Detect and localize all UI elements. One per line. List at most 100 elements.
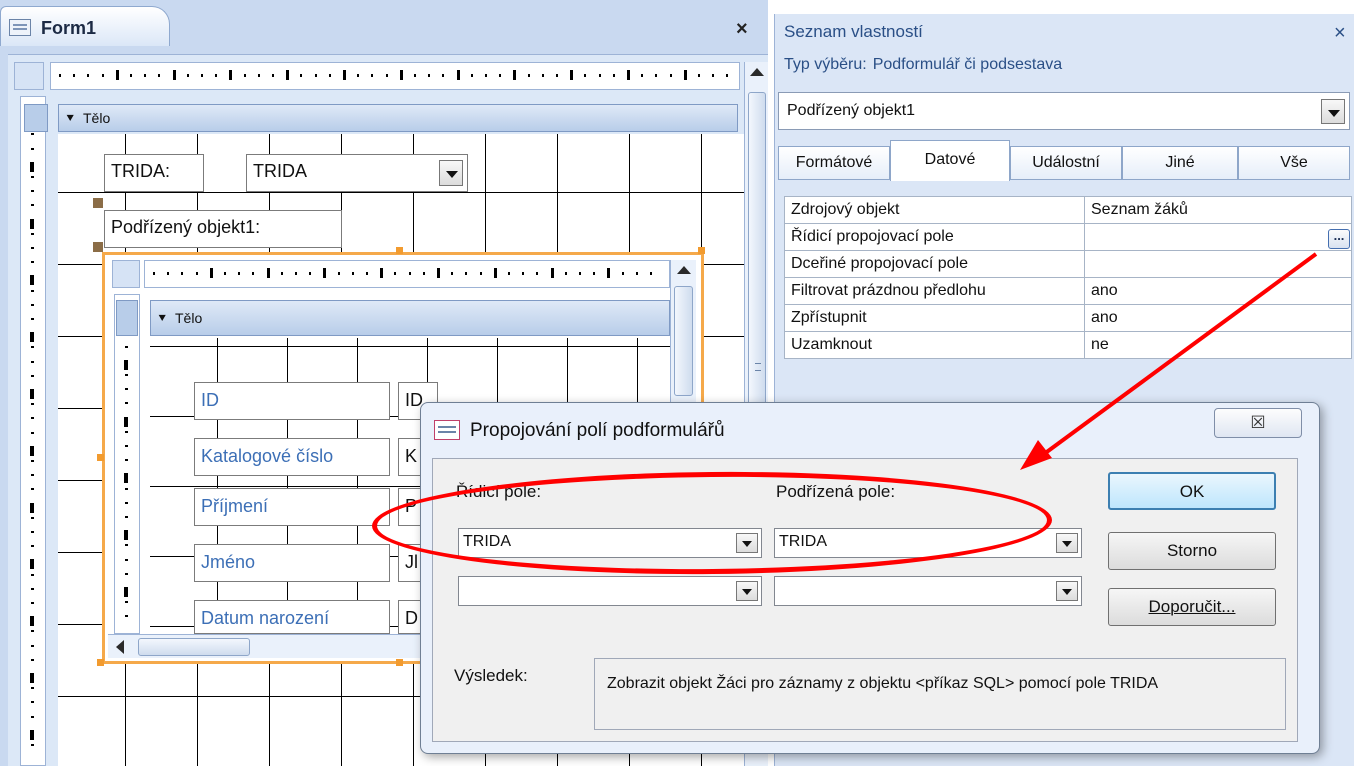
property-name: Řídicí propojovací pole bbox=[784, 223, 1085, 251]
subform-selector[interactable] bbox=[112, 260, 140, 288]
section-selector[interactable] bbox=[24, 104, 48, 132]
form-selector[interactable] bbox=[14, 62, 44, 90]
section-arrow-icon: ⯆ bbox=[157, 311, 168, 326]
resize-handle[interactable] bbox=[396, 247, 403, 254]
field-label-jmeno[interactable]: Jméno bbox=[194, 544, 390, 582]
ruler-tick bbox=[499, 74, 502, 77]
field-label-id[interactable]: ID bbox=[194, 382, 390, 420]
subform-vertical-ruler[interactable] bbox=[114, 294, 140, 634]
ruler-tick bbox=[195, 272, 198, 275]
subform-label-control[interactable]: Podřízený objekt1: bbox=[104, 210, 342, 248]
subform-section-bar-body[interactable]: ⯆ Tělo bbox=[150, 300, 670, 336]
field-label-datum-narozeni[interactable]: Datum narození bbox=[194, 600, 390, 634]
property-value[interactable] bbox=[1084, 223, 1352, 251]
field-label-katalogove-cislo[interactable]: Katalogové číslo bbox=[194, 438, 390, 476]
property-row[interactable]: Řídicí propojovací pole bbox=[784, 223, 1352, 251]
ok-button[interactable]: OK bbox=[1108, 472, 1276, 510]
move-handle[interactable] bbox=[93, 242, 103, 252]
cancel-button[interactable]: Storno bbox=[1108, 532, 1276, 570]
ruler-tick bbox=[513, 70, 517, 80]
ruler-tick bbox=[31, 431, 34, 434]
close-property-sheet-icon[interactable]: × bbox=[1334, 22, 1346, 45]
tab-datove[interactable]: Datové bbox=[890, 140, 1010, 181]
ruler-tick bbox=[144, 74, 147, 77]
property-name: Zdrojový objekt bbox=[784, 196, 1085, 224]
property-value[interactable]: ano bbox=[1084, 277, 1352, 305]
scroll-up-icon[interactable] bbox=[677, 266, 691, 274]
object-selector-combo[interactable]: Podřízený objekt1 bbox=[778, 92, 1350, 130]
trida-label-control[interactable]: TRIDA: bbox=[104, 154, 204, 192]
ruler-tick bbox=[124, 587, 128, 597]
property-row[interactable]: Dceřiné propojovací pole bbox=[784, 250, 1352, 278]
ruler-tick bbox=[300, 74, 303, 77]
ruler-tick bbox=[309, 272, 312, 275]
suggest-button[interactable]: Doporučit... bbox=[1108, 588, 1276, 626]
tab-jine[interactable]: Jiné bbox=[1122, 146, 1238, 180]
selection-type-label: Typ výběru: bbox=[784, 56, 867, 73]
chevron-down-icon[interactable] bbox=[439, 160, 463, 186]
chevron-down-icon[interactable] bbox=[1056, 533, 1078, 553]
chevron-down-icon[interactable] bbox=[1056, 581, 1078, 601]
tab-udalostni[interactable]: Událostní bbox=[1010, 146, 1122, 180]
scroll-left-icon[interactable] bbox=[116, 640, 124, 654]
ruler-tick bbox=[408, 272, 411, 275]
ruler-tick bbox=[31, 531, 34, 533]
ruler-tick bbox=[351, 272, 354, 275]
property-value[interactable]: ne bbox=[1084, 331, 1352, 359]
child-field-combo-2[interactable] bbox=[774, 576, 1082, 606]
trida-combo-control[interactable]: TRIDA bbox=[246, 154, 468, 192]
subform-horizontal-ruler[interactable] bbox=[144, 260, 670, 288]
dialog-close-button[interactable]: ☒ bbox=[1214, 408, 1302, 438]
ruler-tick bbox=[314, 74, 317, 77]
property-row[interactable]: Filtrovat prázdnou předlohu ano bbox=[784, 277, 1352, 305]
ruler-tick bbox=[125, 487, 128, 490]
builder-button[interactable]: ... bbox=[1328, 229, 1350, 249]
vertical-ruler[interactable] bbox=[20, 96, 46, 766]
ruler-tick bbox=[31, 545, 34, 548]
ruler-tick bbox=[493, 268, 497, 278]
field-label-prijmeni[interactable]: Příjmení bbox=[194, 488, 390, 526]
tab-vse[interactable]: Vše bbox=[1238, 146, 1350, 180]
resize-handle[interactable] bbox=[396, 659, 403, 666]
section-bar-body[interactable]: ⯆ Tělo bbox=[58, 104, 738, 132]
property-value[interactable]: ano bbox=[1084, 304, 1352, 332]
ruler-tick bbox=[31, 630, 34, 633]
ruler-tick bbox=[130, 74, 132, 77]
scroll-thumb[interactable] bbox=[138, 638, 250, 656]
tab-formatove[interactable]: Formátové bbox=[778, 146, 890, 180]
ruler-tick bbox=[31, 133, 34, 136]
master-field-combo-2[interactable] bbox=[458, 576, 762, 606]
ruler-tick bbox=[30, 616, 34, 627]
horizontal-ruler[interactable] bbox=[50, 62, 740, 90]
property-value[interactable] bbox=[1084, 250, 1352, 278]
ruler-tick bbox=[414, 74, 416, 77]
ruler-tick bbox=[357, 74, 360, 77]
ruler-tick bbox=[31, 658, 34, 661]
ruler-tick bbox=[541, 74, 544, 77]
scroll-up-icon[interactable] bbox=[750, 68, 764, 76]
ruler-tick bbox=[328, 74, 331, 77]
property-row[interactable]: Uzamknout ne bbox=[784, 331, 1352, 359]
chevron-down-icon[interactable] bbox=[1321, 99, 1345, 124]
ruler-tick bbox=[31, 403, 34, 406]
close-form-icon[interactable]: × bbox=[736, 18, 748, 41]
resize-handle[interactable] bbox=[698, 247, 705, 254]
property-row[interactable]: Zpřístupnit ano bbox=[784, 304, 1352, 332]
ruler-tick bbox=[125, 601, 128, 604]
ruler-tick bbox=[428, 74, 431, 77]
ruler-tick bbox=[550, 268, 554, 278]
property-row[interactable]: Zdrojový objekt Seznam žáků bbox=[784, 196, 1352, 224]
subform-section-selector[interactable] bbox=[116, 300, 138, 336]
move-handle[interactable] bbox=[93, 198, 103, 208]
ruler-tick bbox=[31, 176, 34, 178]
grip-icon bbox=[755, 363, 761, 371]
scroll-thumb[interactable] bbox=[674, 286, 693, 396]
resize-handle[interactable] bbox=[97, 454, 104, 461]
ruler-tick bbox=[167, 272, 170, 275]
ruler-tick bbox=[30, 218, 34, 229]
ruler-tick bbox=[272, 74, 274, 77]
resize-handle[interactable] bbox=[97, 659, 104, 666]
tab-form1[interactable]: Form1 bbox=[0, 6, 170, 46]
chevron-down-icon[interactable] bbox=[736, 581, 758, 601]
property-value[interactable]: Seznam žáků bbox=[1084, 196, 1352, 224]
